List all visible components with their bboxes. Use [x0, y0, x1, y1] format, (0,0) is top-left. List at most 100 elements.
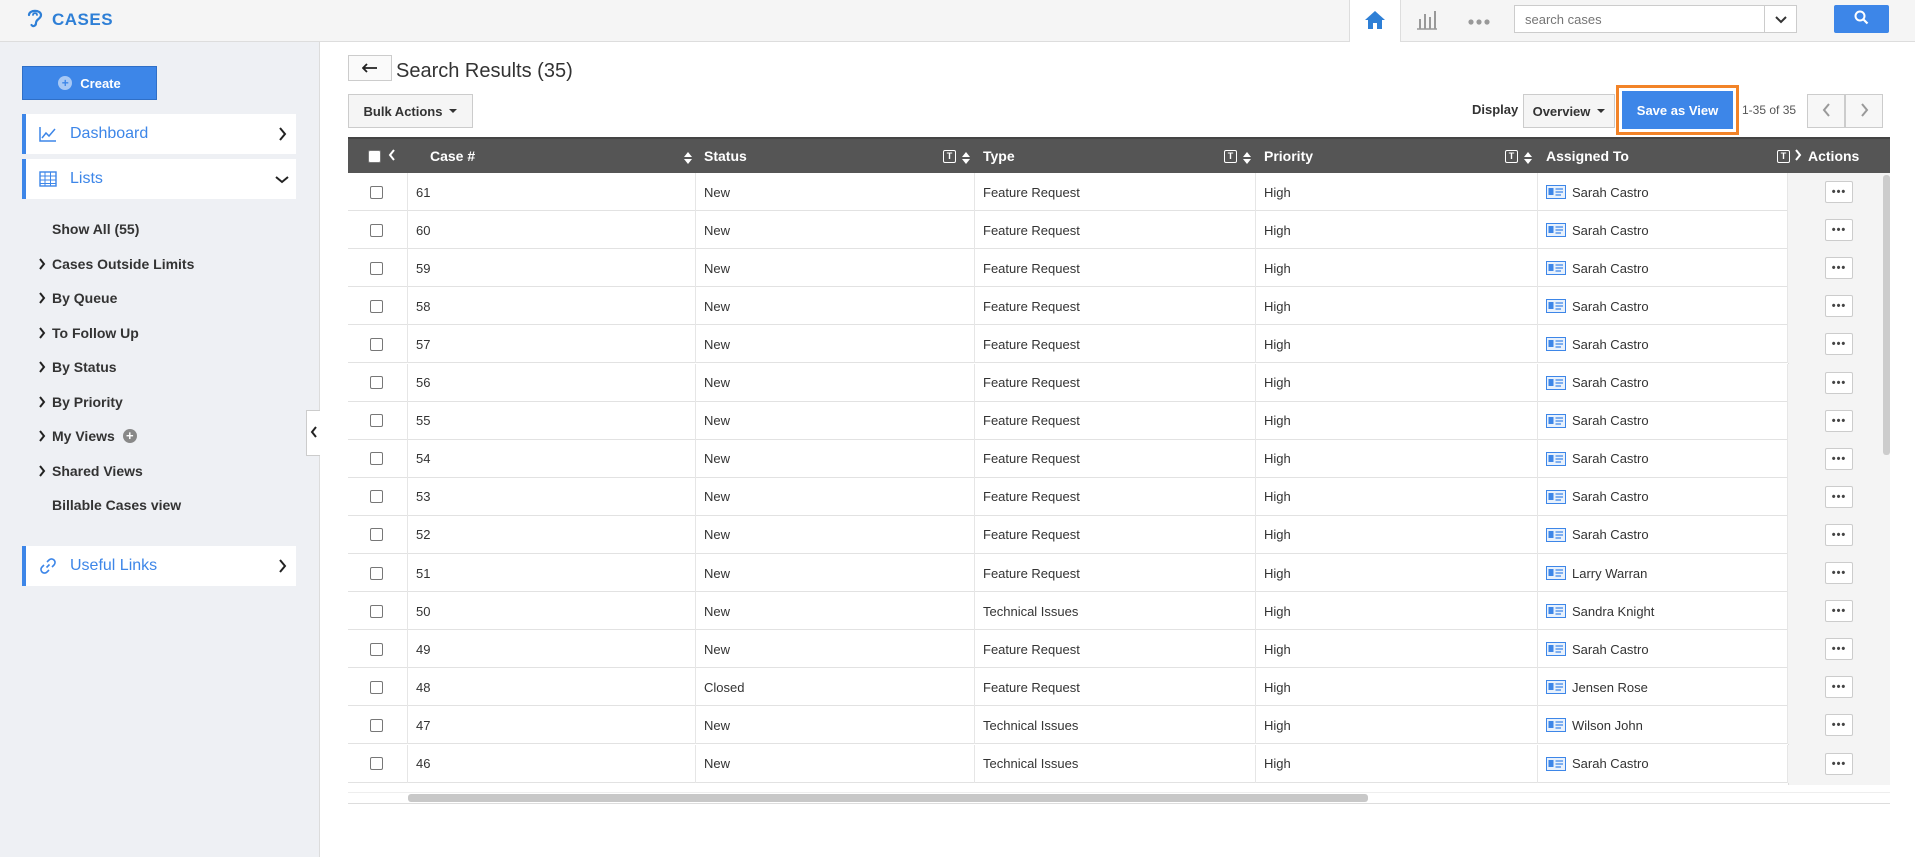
cell-case[interactable]: 54: [408, 439, 696, 478]
cell-case[interactable]: 57: [408, 325, 696, 364]
back-button[interactable]: [348, 55, 392, 81]
cell-case[interactable]: 60: [408, 211, 696, 250]
row-checkbox[interactable]: [370, 414, 383, 428]
sidebar-item-show-all[interactable]: Show All (55): [32, 212, 302, 247]
filter-icon[interactable]: T: [943, 150, 956, 163]
row-checkbox[interactable]: [370, 528, 383, 542]
sidebar-item-lists[interactable]: Lists: [22, 159, 296, 199]
save-as-view-button[interactable]: Save as View: [1622, 91, 1733, 129]
cell-case[interactable]: 50: [408, 592, 696, 631]
table-row[interactable]: 49 New Feature Request High Sarah Castro •••: [348, 630, 1890, 669]
row-checkbox[interactable]: [370, 566, 383, 580]
table-row[interactable]: 56 New Feature Request High Sarah Castro •••: [348, 363, 1890, 402]
sort-icon[interactable]: [1524, 151, 1532, 164]
cell-case[interactable]: 59: [408, 249, 696, 288]
table-row[interactable]: 47 New Technical Issues High Wilson John •••: [348, 706, 1890, 745]
horizontal-scrollbar[interactable]: [408, 794, 1368, 802]
sidebar-item-cases-outside-limits[interactable]: Cases Outside Limits: [32, 247, 302, 282]
sort-icon[interactable]: [962, 151, 970, 164]
cell-case[interactable]: 53: [408, 477, 696, 516]
search-input[interactable]: [1515, 6, 1764, 32]
cell-case[interactable]: 58: [408, 287, 696, 326]
row-checkbox[interactable]: [370, 680, 383, 694]
table-row[interactable]: 46 New Technical Issues High Sarah Castro •••: [348, 744, 1890, 783]
cell-case[interactable]: 49: [408, 630, 696, 669]
search-button[interactable]: [1834, 5, 1889, 33]
sidebar-item-by-queue[interactable]: By Queue: [32, 281, 302, 316]
column-header-type[interactable]: Type T: [975, 139, 1257, 173]
bulk-actions-button[interactable]: Bulk Actions: [348, 94, 473, 128]
row-actions-button[interactable]: •••: [1825, 638, 1853, 661]
row-actions-button[interactable]: •••: [1825, 600, 1853, 623]
sidebar-item-useful-links[interactable]: Useful Links: [22, 546, 296, 586]
chevron-right-icon[interactable]: [1794, 148, 1802, 164]
row-actions-button[interactable]: •••: [1825, 295, 1853, 318]
row-actions-button[interactable]: •••: [1825, 523, 1853, 546]
sort-icon[interactable]: [684, 151, 692, 164]
sidebar-item-by-status[interactable]: By Status: [32, 350, 302, 385]
table-row[interactable]: 54 New Feature Request High Sarah Castro •••: [348, 439, 1890, 478]
sidebar-item-by-priority[interactable]: By Priority: [32, 385, 302, 420]
cell-case[interactable]: 56: [408, 363, 696, 402]
row-checkbox[interactable]: [370, 223, 383, 237]
table-row[interactable]: 59 New Feature Request High Sarah Castro •••: [348, 249, 1890, 288]
row-checkbox[interactable]: [370, 604, 383, 618]
cell-case[interactable]: 51: [408, 554, 696, 592]
row-actions-button[interactable]: •••: [1825, 485, 1853, 508]
select-all-checkbox[interactable]: [368, 149, 381, 163]
sort-icon[interactable]: [1243, 151, 1251, 164]
row-checkbox[interactable]: [370, 757, 383, 770]
row-actions-button[interactable]: •••: [1825, 676, 1853, 699]
column-header-case[interactable]: Case #: [422, 139, 698, 173]
row-checkbox[interactable]: [370, 185, 383, 199]
table-row[interactable]: 50 New Technical Issues High Sandra Knight ••…: [348, 592, 1890, 631]
create-button[interactable]: + Create: [22, 66, 157, 100]
cell-case[interactable]: 61: [408, 173, 696, 211]
cell-case[interactable]: 55: [408, 401, 696, 440]
row-checkbox[interactable]: [370, 718, 383, 732]
cell-case[interactable]: 47: [408, 706, 696, 745]
cell-case[interactable]: 52: [408, 515, 696, 554]
display-select[interactable]: Overview: [1523, 94, 1615, 128]
add-view-icon[interactable]: +: [122, 429, 137, 444]
row-actions-button[interactable]: •••: [1825, 181, 1853, 203]
sidebar-item-to-follow-up[interactable]: To Follow Up: [32, 316, 302, 351]
row-checkbox[interactable]: [370, 376, 383, 389]
row-checkbox[interactable]: [370, 337, 383, 351]
filter-icon[interactable]: T: [1224, 150, 1237, 163]
table-row[interactable]: 52 New Feature Request High Sarah Castro •••: [348, 515, 1890, 554]
row-actions-button[interactable]: •••: [1825, 562, 1853, 584]
cell-case[interactable]: 46: [408, 744, 696, 783]
row-actions-button[interactable]: •••: [1825, 714, 1853, 737]
reports-button[interactable]: [1401, 0, 1453, 42]
table-row[interactable]: 55 New Feature Request High Sarah Castro •••: [348, 401, 1890, 440]
app-logo[interactable]: CASES: [24, 6, 113, 33]
row-actions-button[interactable]: •••: [1825, 257, 1853, 280]
column-header-status[interactable]: Status T: [696, 139, 976, 173]
column-header-assigned-to[interactable]: Assigned To T: [1538, 139, 1790, 173]
table-row[interactable]: 53 New Feature Request High Sarah Castro •••: [348, 477, 1890, 516]
row-actions-button[interactable]: •••: [1825, 219, 1853, 242]
more-button[interactable]: [1453, 0, 1505, 42]
chevron-left-icon[interactable]: [388, 148, 396, 164]
sidebar-item-my-views[interactable]: My Views +: [32, 419, 302, 454]
row-actions-button[interactable]: •••: [1825, 333, 1853, 356]
row-actions-button[interactable]: •••: [1825, 752, 1853, 775]
home-button[interactable]: [1349, 0, 1401, 42]
row-checkbox[interactable]: [370, 261, 383, 275]
sidebar-item-billable-cases-view[interactable]: Billable Cases view: [32, 488, 302, 523]
table-row[interactable]: 60 New Feature Request High Sarah Castro •••: [348, 211, 1890, 250]
sidebar-collapse-button[interactable]: [306, 410, 320, 456]
search-dropdown-button[interactable]: [1764, 6, 1796, 32]
table-row[interactable]: 58 New Feature Request High Sarah Castro •••: [348, 287, 1890, 326]
vertical-scrollbar[interactable]: [1883, 175, 1890, 455]
column-header-priority[interactable]: Priority T: [1256, 139, 1538, 173]
cell-case[interactable]: 48: [408, 668, 696, 707]
table-row[interactable]: 51 New Feature Request High Larry Warran •••: [348, 554, 1890, 592]
sidebar-item-shared-views[interactable]: Shared Views: [32, 454, 302, 489]
filter-icon[interactable]: T: [1505, 150, 1518, 163]
row-actions-button[interactable]: •••: [1825, 409, 1853, 432]
previous-page-button[interactable]: [1807, 94, 1845, 128]
sidebar-item-dashboard[interactable]: Dashboard: [22, 114, 296, 154]
table-row[interactable]: 57 New Feature Request High Sarah Castro •••: [348, 325, 1890, 364]
